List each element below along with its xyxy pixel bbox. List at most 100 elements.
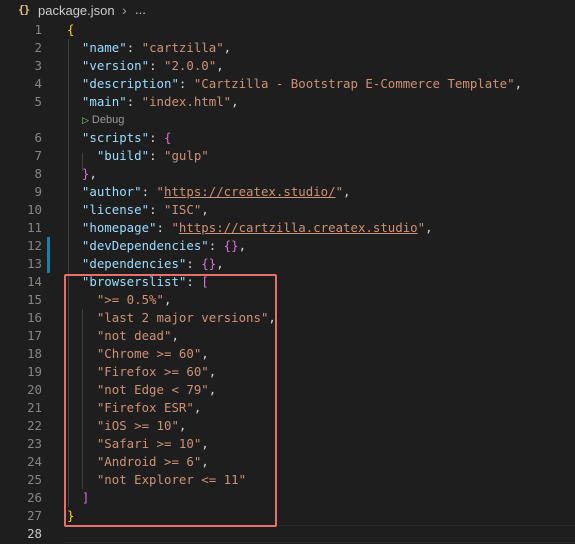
code-line[interactable]: 19 "Firefox >= 60", bbox=[0, 363, 575, 381]
code-line[interactable]: 18 "Chrome >= 60", bbox=[0, 345, 575, 363]
code-line[interactable]: 14 "browserslist": [ bbox=[0, 273, 575, 291]
code-token-p: , bbox=[201, 436, 209, 451]
code-token-str: "iOS >= 10" bbox=[96, 418, 179, 433]
code-token-p: : bbox=[149, 58, 164, 73]
code-line[interactable]: 4 "description": "Cartzilla - Bootstrap … bbox=[0, 75, 575, 93]
code-line[interactable]: 9 "author": "https://createx.studio/", bbox=[0, 183, 575, 201]
code-line[interactable]: 3 "version": "2.0.0", bbox=[0, 57, 575, 75]
code-line[interactable]: 15 ">= 0.5%", bbox=[0, 291, 575, 309]
code-line[interactable]: 22 "iOS >= 10", bbox=[0, 417, 575, 435]
code-token-str: "Chrome >= 60" bbox=[96, 346, 202, 361]
code-line[interactable]: 11 "homepage": "https://cartzilla.create… bbox=[0, 219, 575, 237]
code-token-brace2: [ bbox=[201, 274, 209, 289]
line-number: 3 bbox=[34, 58, 42, 73]
code-line[interactable]: 16 "last 2 major versions", bbox=[0, 309, 575, 327]
code-token-p: : bbox=[186, 256, 202, 271]
line-number: 12 bbox=[27, 238, 42, 253]
code-line[interactable]: 12 "devDependencies": {}, bbox=[0, 237, 575, 255]
code-token-p: , bbox=[216, 256, 224, 271]
code-token-p: : bbox=[149, 130, 164, 145]
line-number: 16 bbox=[27, 310, 42, 325]
code-line[interactable]: 10 "license": "ISC", bbox=[0, 201, 575, 219]
code-token-str: "not dead" bbox=[96, 328, 172, 343]
line-number: 15 bbox=[27, 292, 42, 307]
code-token-p bbox=[67, 490, 82, 505]
code-token-str: "Firefox ESR" bbox=[96, 400, 194, 415]
code-line[interactable]: 25 "not Explorer <= 11" bbox=[0, 471, 575, 489]
code-line[interactable]: 26 ] bbox=[0, 489, 575, 507]
code-line[interactable]: 28 bbox=[0, 525, 575, 543]
code-token-brace2: {} bbox=[201, 256, 217, 271]
code-token-p: , bbox=[89, 166, 97, 181]
line-number: 14 bbox=[27, 274, 42, 289]
debug-codelens[interactable]: ▷ Debug bbox=[82, 111, 124, 129]
code-token-p: : bbox=[156, 220, 172, 235]
debug-label[interactable]: Debug bbox=[92, 114, 124, 126]
line-number: 18 bbox=[27, 346, 42, 361]
code-token-str: "Firefox >= 60" bbox=[96, 364, 209, 379]
code-token-p: , bbox=[193, 400, 202, 415]
code-line[interactable]: 23 "Safari >= 10", bbox=[0, 435, 575, 453]
code-token-brace: { bbox=[67, 22, 75, 37]
line-number: 20 bbox=[27, 382, 42, 397]
code-content: "devDependencies": {}, bbox=[67, 237, 246, 255]
code-content: "browserslist": [ bbox=[67, 273, 209, 291]
code-line[interactable]: 1{ bbox=[0, 21, 575, 39]
breadcrumb-symbol-more[interactable]: ... bbox=[135, 2, 146, 17]
code-token-p bbox=[67, 94, 82, 109]
code-token-str: "Cartzilla - Bootstrap E-Commerce Templa… bbox=[193, 76, 515, 91]
code-content: "author": "https://createx.studio/", bbox=[67, 183, 351, 201]
code-token-str: " bbox=[171, 220, 179, 235]
line-number: 28 bbox=[27, 526, 42, 541]
code-token-p: , bbox=[268, 310, 276, 325]
line-number: 25 bbox=[27, 472, 42, 487]
line-number: 27 bbox=[27, 508, 42, 523]
code-token-p bbox=[67, 238, 82, 253]
code-content: "dependencies": {}, bbox=[67, 255, 224, 273]
line-number: 7 bbox=[34, 148, 42, 163]
code-line[interactable]: 7 "build": "gulp" bbox=[0, 147, 575, 165]
code-token-str: "not Edge < 79" bbox=[96, 382, 209, 397]
code-token-key: "license" bbox=[81, 202, 150, 217]
code-token-p: , bbox=[514, 76, 523, 91]
breadcrumb-file[interactable]: package.json bbox=[38, 3, 115, 18]
code-token-p: , bbox=[208, 364, 217, 379]
code-token-key: "browserslist" bbox=[81, 274, 187, 289]
code-token-p: , bbox=[223, 40, 232, 55]
code-line[interactable]: 6 "scripts": { bbox=[0, 129, 575, 147]
code-token-p: : bbox=[149, 148, 164, 163]
code-line[interactable]: 17 "not dead", bbox=[0, 327, 575, 345]
code-token-p: : bbox=[186, 274, 202, 289]
line-number: 2 bbox=[34, 40, 42, 55]
code-line[interactable]: 13 "dependencies": {}, bbox=[0, 255, 575, 273]
code-token-key: "version" bbox=[81, 58, 150, 73]
code-token-p: , bbox=[201, 346, 209, 361]
code-line[interactable]: 27} bbox=[0, 507, 575, 525]
code-line[interactable]: 20 "not Edge < 79", bbox=[0, 381, 575, 399]
code-token-p bbox=[67, 418, 97, 433]
code-token-p bbox=[67, 76, 82, 91]
line-number: 10 bbox=[27, 202, 42, 217]
code-content: "Safari >= 10", bbox=[67, 435, 209, 453]
code-token-str: "Android >= 6" bbox=[96, 454, 202, 469]
code-token-key: "main" bbox=[81, 94, 127, 109]
code-token-key: "description" bbox=[81, 76, 179, 91]
code-content: "name": "cartzilla", bbox=[67, 39, 231, 57]
code-token-p: , bbox=[231, 94, 239, 109]
code-token-p bbox=[67, 436, 97, 451]
code-token-str: " bbox=[335, 184, 344, 199]
code-token-str: " bbox=[417, 220, 426, 235]
code-token-p: : bbox=[141, 184, 157, 199]
code-token-url[interactable]: https://createx.studio/ bbox=[164, 184, 336, 199]
code-editor[interactable]: ▷ Debug 1{2 "name": "cartzilla", 3 "versio… bbox=[0, 21, 575, 544]
code-token-p: : bbox=[178, 76, 194, 91]
code-line[interactable]: 5 "main": "index.html", bbox=[0, 93, 575, 111]
code-content: "main": "index.html", bbox=[67, 93, 239, 111]
code-token-str: "ISC" bbox=[163, 202, 202, 217]
code-line[interactable]: 21 "Firefox ESR", bbox=[0, 399, 575, 417]
code-line[interactable]: 24 "Android >= 6", bbox=[0, 453, 575, 471]
line-number: 19 bbox=[27, 364, 42, 379]
code-token-url[interactable]: https://cartzilla.createx.studio bbox=[179, 220, 418, 235]
code-line[interactable]: 2 "name": "cartzilla", bbox=[0, 39, 575, 57]
code-line[interactable]: 8 }, bbox=[0, 165, 575, 183]
